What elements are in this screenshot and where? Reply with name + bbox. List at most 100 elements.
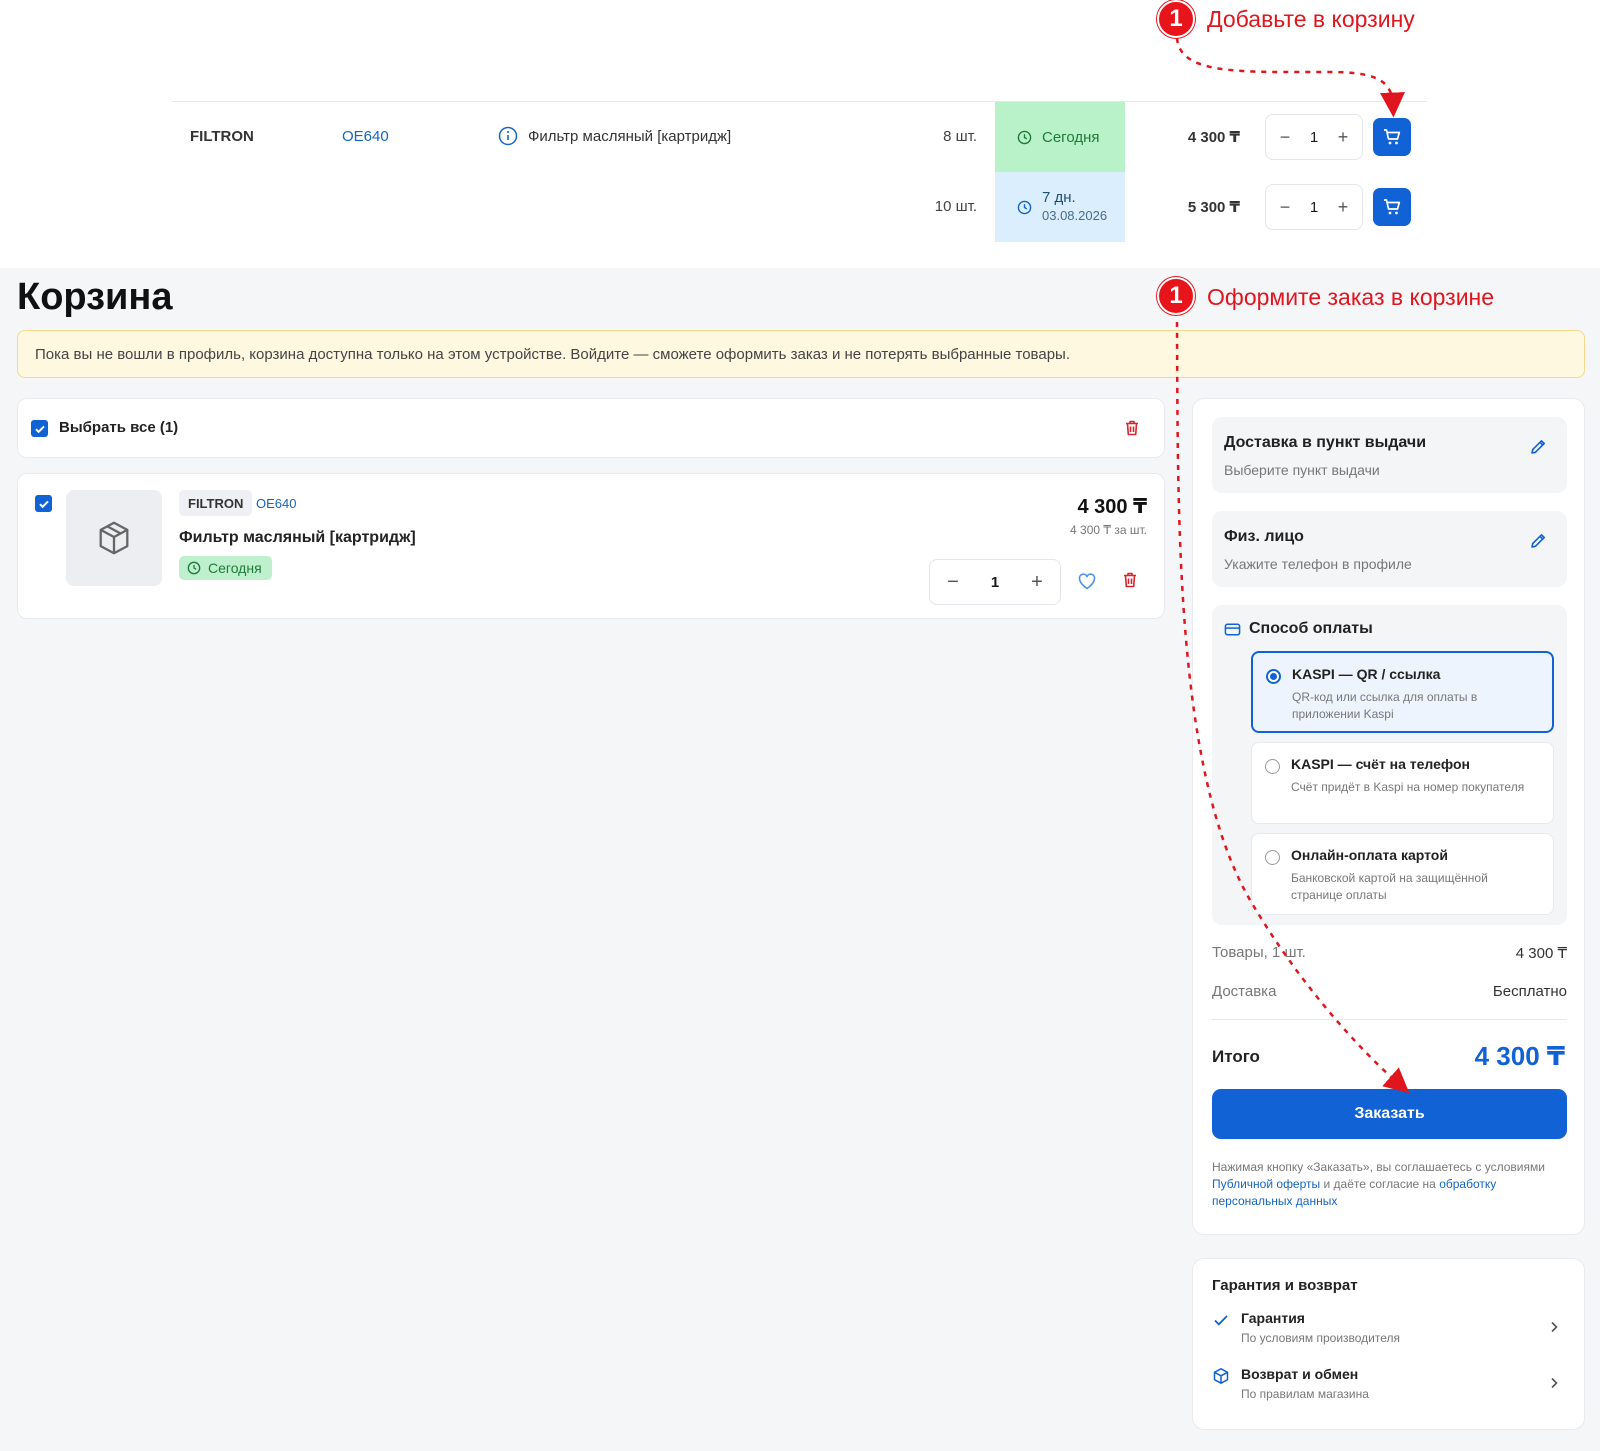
offer-brand: FILTRON [190,128,254,145]
plus-button[interactable]: + [1332,197,1354,218]
offer-description: Фильтр масляный [картридж] [528,128,732,145]
item-article-link[interactable]: OE640 [256,496,296,511]
plus-button[interactable]: + [1332,127,1354,148]
minus-button[interactable]: − [1274,197,1296,218]
order-button[interactable]: Заказать [1212,1089,1567,1139]
offer-stock-qty: 10 шт. [934,198,977,215]
guarantee-item-sub: По правилам магазина [1241,1387,1369,1401]
offer-quantity-stepper: − 1 + [1265,184,1363,230]
delivery-method-sub: Выберите пункт выдачи [1224,462,1380,478]
guarantee-item-warranty[interactable]: Гарантия По условиям производителя [1212,1310,1567,1354]
pencil-icon[interactable] [1528,437,1548,457]
goods-label: Товары, 1 шт. [1212,944,1306,961]
customer-type-block[interactable]: Физ. лицо Укажите телефон в профиле [1212,511,1567,587]
notice-text: Пока вы не вошли в профиль, корзина дост… [35,345,1070,363]
offer-delivery-text: 7 дн. [1042,189,1076,206]
goods-value: 4 300 ₸ [1515,945,1567,962]
quantity-value[interactable]: 1 [1310,199,1318,216]
item-unit-price: 4 300 ₸ за шт. [1070,523,1147,537]
payment-option-kaspi-phone[interactable]: KASPI — счёт на телефон Счёт придёт в Ka… [1251,742,1554,824]
add-to-cart-button[interactable] [1373,188,1411,226]
order-summary: Доставка в пункт выдачи Выберите пункт в… [1192,398,1585,1235]
delivery-cost-row: Доставка Бесплатно [1212,983,1567,1000]
item-brand-tag: FILTRON [179,490,253,516]
offer-delivery-badge: 7 дн. 03.08.2026 [995,172,1125,242]
payment-option-desc: Счёт придёт в Kaspi на номер покупателя [1291,780,1525,794]
cart-section: Корзина Пока вы не вошли в профиль, корз… [0,268,1600,1451]
guarantee-block: Гарантия и возврат Гарантия По условиям … [1192,1258,1585,1430]
delete-all-icon[interactable] [1122,418,1142,438]
item-delivery-badge: Сегодня [179,556,272,580]
radio-selected[interactable] [1266,669,1281,684]
check-icon [1212,1311,1230,1329]
offer-delivery-text: Сегодня [1042,128,1100,146]
offer-quantity-stepper: − 1 + [1265,114,1363,160]
minus-button[interactable]: − [942,571,964,594]
chevron-right-icon [1547,1376,1561,1390]
minus-button[interactable]: − [1274,127,1296,148]
payment-option-title: KASPI — QR / ссылка [1292,666,1441,682]
delivery-method-block[interactable]: Доставка в пункт выдачи Выберите пункт в… [1212,417,1567,493]
delivery-cost-value: Бесплатно [1492,983,1567,1000]
offer-delivery-info: 7 дн. 03.08.2026 [1042,189,1107,225]
annotation-step-text: Оформите заказ в корзине [1207,284,1495,310]
add-to-cart-button[interactable] [1373,118,1411,156]
payment-option-title: Онлайн-оплата картой [1291,847,1448,863]
credit-card-icon [1224,621,1241,638]
total-value: 4 300 ₸ [1474,1041,1565,1071]
guarantee-item-return[interactable]: Возврат и обмен По правилам магазина [1212,1366,1567,1410]
favorite-heart-icon[interactable] [1076,570,1098,592]
offer-row: 10 шт. 7 дн. 03.08.2026 5 300 ₸ − 1 + [172,172,1427,242]
legal-text: Нажимая кнопку «Заказать», вы соглашаете… [1212,1159,1567,1210]
cart-item-card: FILTRON OE640 Фильтр масляный [картридж]… [17,473,1165,619]
clock-icon [1017,130,1032,145]
select-all-label[interactable]: Выбрать все (1) [59,419,178,436]
payment-option-title: KASPI — счёт на телефон [1291,756,1470,772]
login-notice: Пока вы не вошли в профиль, корзина дост… [17,330,1585,378]
chevron-right-icon [1547,1320,1561,1334]
item-name[interactable]: Фильтр масляный [картридж] [179,529,416,547]
item-checkbox[interactable] [35,495,52,512]
legal-text-part: и даёте согласие на [1320,1177,1440,1191]
package-icon [95,519,133,557]
item-price: 4 300 ₸ [1077,496,1147,518]
divider [1212,1019,1567,1020]
offer-price: 5 300 ₸ [1187,199,1240,216]
guarantee-item-name: Гарантия [1241,1310,1305,1326]
cart-icon [1382,197,1402,217]
offers-table: FILTRON OE640 Фильтр масляный [картридж]… [172,101,1427,242]
payment-method-block: Способ оплаты KASPI — QR / ссылка QR-код… [1212,605,1567,925]
annotation-step-badge: 1 [1157,0,1195,38]
payment-option-desc: QR-код или ссылка для оплаты в приложени… [1292,690,1478,721]
offer-delivery-badge: Сегодня [995,102,1125,172]
goods-row: Товары, 1 шт. 4 300 ₸ [1212,944,1567,962]
offer-stock-qty: 8 шт. [943,128,977,145]
radio-unselected[interactable] [1265,850,1280,865]
payment-option-kaspi-qr[interactable]: KASPI — QR / ссылка QR-код или ссылка дл… [1251,651,1554,733]
package-icon [1212,1367,1230,1385]
offer-delivery-date: 03.08.2026 [1042,208,1108,223]
legal-text-part: Нажимая кнопку «Заказать», вы соглашаете… [1212,1160,1545,1174]
clock-icon [1017,200,1032,215]
guarantee-item-name: Возврат и обмен [1241,1366,1359,1382]
select-all-checkbox[interactable] [31,420,48,437]
pencil-icon[interactable] [1528,531,1548,551]
guarantee-item-sub: По условиям производителя [1241,1331,1401,1345]
item-quantity-stepper: − 1 + [929,559,1061,605]
customer-type-sub: Укажите телефон в профиле [1224,556,1412,572]
guarantee-title: Гарантия и возврат [1212,1277,1358,1294]
radio-unselected[interactable] [1265,759,1280,774]
info-icon[interactable] [498,126,518,146]
customer-type-title: Физ. лицо [1224,528,1304,545]
offers-area: FILTRON OE640 Фильтр масляный [картридж]… [0,0,1600,268]
public-offer-link[interactable]: Публичной оферты [1212,1177,1320,1191]
offer-row: FILTRON OE640 Фильтр масляный [картридж]… [172,102,1427,172]
product-image-placeholder[interactable] [66,490,162,586]
delete-item-icon[interactable] [1120,570,1142,592]
plus-button[interactable]: + [1026,571,1048,594]
quantity-value[interactable]: 1 [991,574,999,591]
quantity-value[interactable]: 1 [1310,129,1318,146]
payment-method-header: Способ оплаты [1224,620,1373,638]
payment-option-card[interactable]: Онлайн-оплата картой Банковской картой н… [1251,833,1554,915]
offer-article-link[interactable]: OE640 [342,128,389,145]
